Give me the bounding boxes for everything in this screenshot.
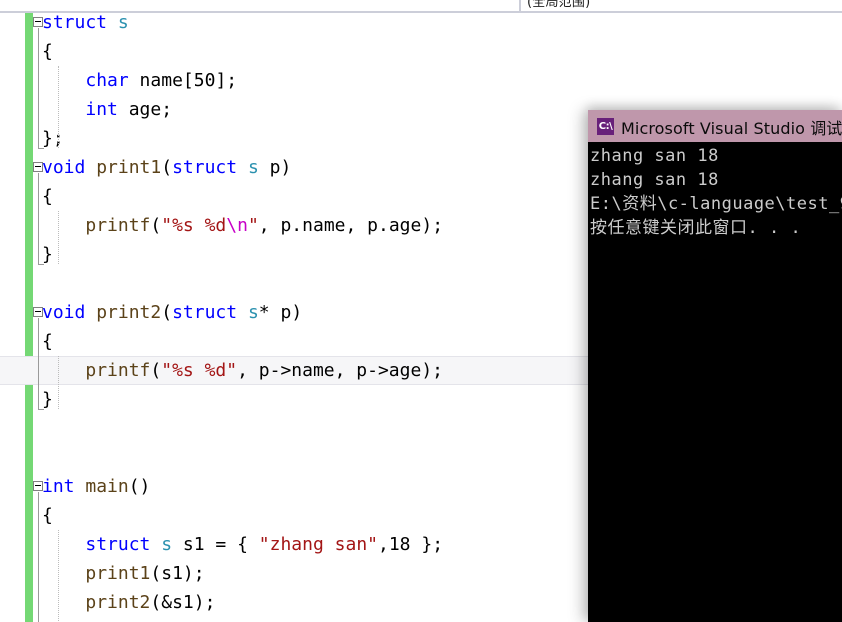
navbar-divider bbox=[519, 0, 521, 11]
outlining-bracket bbox=[38, 492, 39, 622]
code-line-text: int main() bbox=[42, 472, 150, 501]
console-output-line: zhang san 18 bbox=[590, 144, 719, 168]
console-output-line: 按任意键关闭此窗口. . . bbox=[590, 216, 801, 240]
indent-guide bbox=[58, 356, 59, 409]
indent-guide bbox=[58, 530, 59, 622]
code-line-text: { bbox=[42, 182, 53, 211]
indent-guide bbox=[58, 66, 59, 148]
code-line[interactable]: struct s bbox=[0, 13, 842, 37]
console-output-line: zhang san 18 bbox=[590, 168, 719, 192]
code-line-text: { bbox=[42, 37, 53, 66]
outlining-bracket-foot bbox=[38, 409, 44, 410]
collapse-region-icon[interactable] bbox=[33, 17, 43, 27]
code-line-text: int age; bbox=[42, 95, 172, 124]
console-output-line: E:\资料\c-language\test_9 bbox=[590, 192, 842, 216]
collapse-region-icon[interactable] bbox=[33, 481, 43, 491]
code-line[interactable]: char name[50]; bbox=[0, 66, 842, 95]
code-line-text: print1(s1); bbox=[42, 559, 205, 588]
code-line-text: struct s bbox=[42, 13, 129, 37]
code-line-text: printf("%s %d\n", p.name, p.age); bbox=[42, 211, 443, 240]
code-line-text: print2(&s1); bbox=[42, 588, 215, 617]
console-output-area[interactable]: zhang san 18zhang san 18E:\资料\c-language… bbox=[588, 142, 842, 622]
outlining-bracket-foot bbox=[38, 264, 44, 265]
console-title-bar[interactable]: C:\ Microsoft Visual Studio 调试控 bbox=[588, 110, 842, 142]
outlining-bracket bbox=[38, 28, 39, 148]
console-title-text: Microsoft Visual Studio 调试控 bbox=[621, 115, 842, 139]
indent-guide bbox=[58, 211, 59, 264]
outlining-bracket bbox=[38, 173, 39, 264]
code-line-text: struct s s1 = { "zhang san",18 }; bbox=[42, 530, 443, 559]
code-line-text: { bbox=[42, 327, 53, 356]
outlining-bracket bbox=[38, 318, 39, 409]
console-app-icon: C:\ bbox=[597, 118, 614, 135]
outlining-bracket-foot bbox=[38, 148, 44, 149]
code-line-text: }; bbox=[42, 124, 64, 153]
collapse-region-icon[interactable] bbox=[33, 162, 43, 172]
collapse-region-icon[interactable] bbox=[33, 307, 43, 317]
code-line-text: void print2(struct s* p) bbox=[42, 298, 302, 327]
code-line-text: void print1(struct s p) bbox=[42, 153, 291, 182]
navbar-scope-dropdown[interactable]: (全局范围) bbox=[527, 0, 590, 10]
navigation-bar-strip: (全局范围) bbox=[0, 0, 842, 13]
debug-console-window[interactable]: C:\ Microsoft Visual Studio 调试控 zhang sa… bbox=[588, 110, 842, 622]
code-line-text: printf("%s %d", p->name, p->age); bbox=[42, 357, 443, 384]
code-line-text: { bbox=[42, 501, 53, 530]
code-line-text: char name[50]; bbox=[42, 66, 237, 95]
code-line[interactable]: { bbox=[0, 37, 842, 66]
